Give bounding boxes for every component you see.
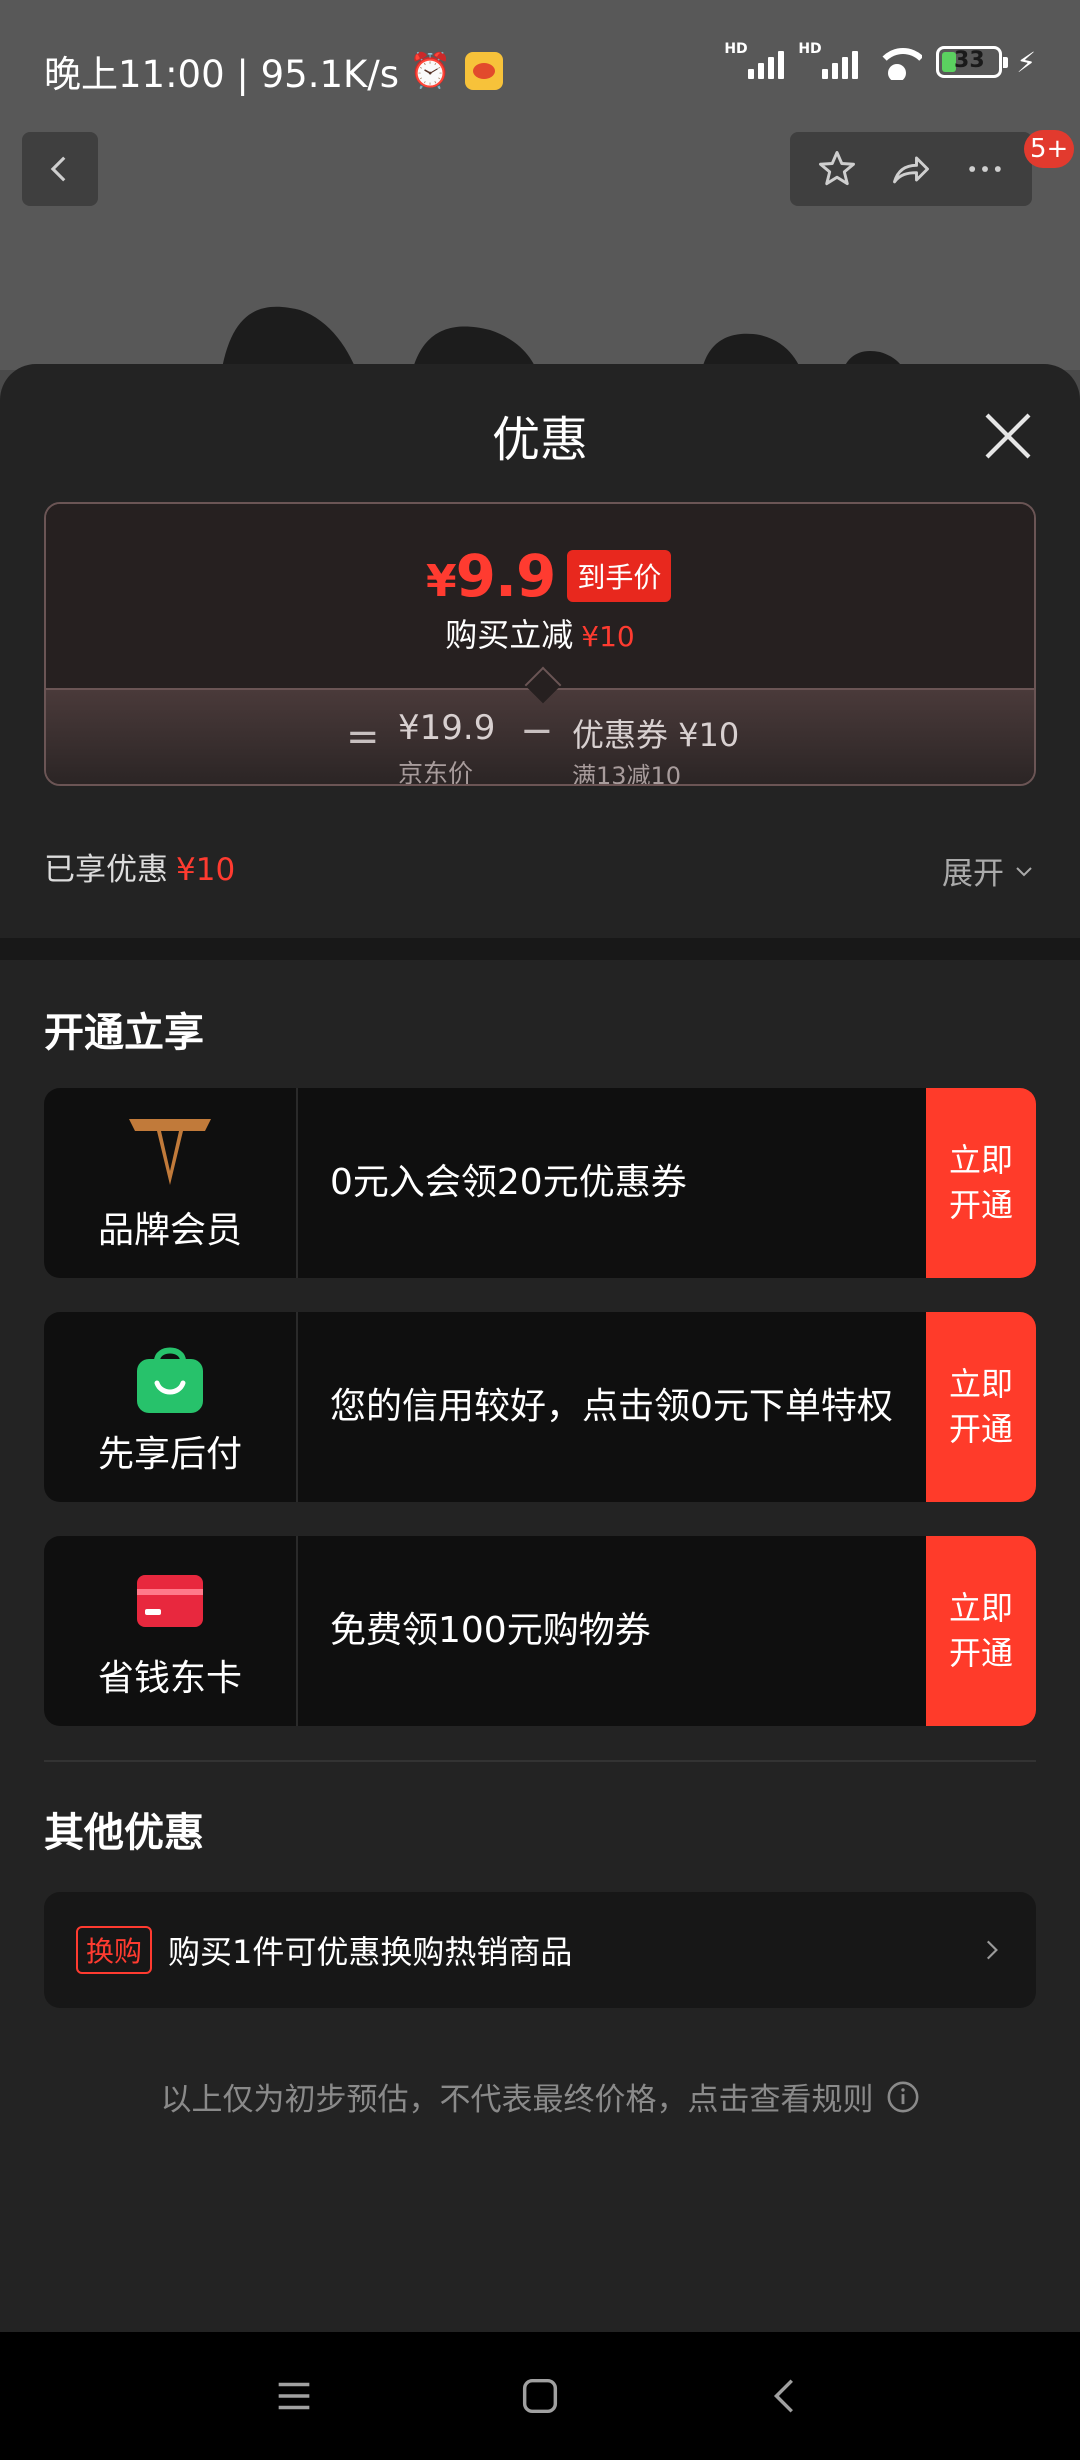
top-actions — [790, 132, 1032, 206]
jd-price-label: 京东价 — [398, 759, 474, 786]
open-now-button[interactable]: 立即开通 — [926, 1312, 1036, 1502]
price-top: ¥9.9 到手价 购买立减 ¥10 — [46, 504, 1034, 688]
product-page-background: 5+ — [0, 130, 1080, 380]
enjoyed-label: 已享优惠 — [44, 852, 168, 888]
disclaimer-link[interactable]: 以上仅为初步预估，不代表最终价格，点击查看规则 — [0, 2074, 1080, 2119]
charging-icon: ⚡ — [1016, 45, 1036, 79]
final-price-symbol: ¥ — [426, 556, 457, 607]
offer-name: 品牌会员 — [97, 1210, 242, 1251]
offer-card-brand-member[interactable]: 品牌会员 0元入会领20元优惠券 立即开通 — [44, 1088, 1036, 1278]
close-button[interactable] — [980, 408, 1036, 464]
cellular-signal-icon-2: HD — [798, 41, 859, 79]
open-now-button[interactable]: 立即开通 — [926, 1088, 1036, 1278]
thin-divider — [44, 1760, 1036, 1762]
signal-hd-label-2: HD — [798, 41, 822, 57]
signal-hd-label: HD — [724, 41, 748, 57]
shopping-bag-icon — [125, 1337, 215, 1417]
offer-brand: 省钱东卡 — [44, 1536, 298, 1726]
final-price: ¥9.9 到手价 — [426, 542, 672, 610]
offer-description: 免费领100元购物券 — [330, 1610, 651, 1651]
disclaimer-text: 以上仅为初步预估，不代表最终价格，点击查看规则 — [160, 2082, 874, 2118]
info-icon — [887, 2081, 918, 2112]
enjoyed-discount: 已享优惠 ¥10 — [44, 844, 235, 889]
chevron-left-icon — [50, 156, 66, 182]
offer-brand: 先享后付 — [44, 1312, 298, 1502]
close-icon — [985, 413, 1031, 459]
other-section-title: 其他优惠 — [44, 1810, 204, 1856]
status-left: 晚上11:00 | 95.1K/s ⏰ — [44, 44, 504, 98]
menu-icon[interactable] — [271, 2373, 317, 2419]
status-bar: 晚上11:00 | 95.1K/s ⏰ HD HD 33 ⚡ — [0, 0, 1080, 130]
reduce-line: 购买立减 ¥10 — [46, 610, 1034, 656]
reduce-label: 购买立减 — [445, 616, 574, 654]
cellular-signal-icon: HD — [724, 41, 785, 79]
notification-badge: 5+ — [1024, 130, 1075, 168]
enjoyed-amount: ¥10 — [176, 852, 236, 888]
open-now-button[interactable]: 立即开通 — [926, 1536, 1036, 1726]
coupon-rule: 满13减10 — [572, 762, 682, 786]
share-icon[interactable] — [889, 147, 933, 191]
final-price-value: 9.9 — [455, 542, 557, 610]
chevron-right-icon — [986, 1940, 998, 1960]
expand-button[interactable]: 展开 — [942, 848, 1036, 893]
equals-sign: = — [346, 714, 380, 760]
expand-label: 展开 — [942, 856, 1004, 892]
price-breakdown-card: ¥9.9 到手价 购买立减 ¥10 = ¥19.9 京东价 − 优惠券 ¥10 满… — [44, 502, 1036, 786]
offer-card-saving-card[interactable]: 省钱东卡 免费领100元购物券 立即开通 — [44, 1536, 1036, 1726]
star-icon[interactable] — [815, 147, 859, 191]
swap-tag: 换购 — [76, 1926, 153, 1974]
battery-icon: 33 — [936, 46, 1009, 78]
final-price-amount: ¥9.9 — [426, 542, 557, 610]
jd-price: ¥19.9 — [398, 708, 496, 748]
open-section-title: 开通立享 — [44, 1010, 204, 1056]
chevron-down-icon — [1016, 866, 1032, 876]
offer-name: 省钱东卡 — [97, 1658, 242, 1699]
battery-level: 33 — [954, 48, 985, 73]
back-button[interactable] — [22, 132, 98, 206]
system-nav-bar — [0, 2332, 1080, 2460]
reduce-amount: ¥10 — [581, 620, 635, 653]
more-dots-icon[interactable] — [963, 147, 1007, 191]
offer-name: 先享后付 — [97, 1434, 242, 1475]
coupon-amount: 优惠券 ¥10 — [572, 716, 740, 754]
price-calc-row: = ¥19.9 京东价 − 优惠券 ¥10 满13减10 — [46, 708, 1034, 784]
minus-sign: − — [520, 708, 554, 754]
offer-description: 0元入会领20元优惠券 — [330, 1162, 687, 1203]
section-divider — [0, 938, 1080, 960]
offer-card-pay-later[interactable]: 先享后付 您的信用较好，点击领0元下单特权 立即开通 — [44, 1312, 1036, 1502]
offer-brand: 品牌会员 — [44, 1088, 298, 1278]
price-calculation: = ¥19.9 京东价 − 优惠券 ¥10 满13减10 — [46, 688, 1034, 784]
sheet-title: 优惠 — [491, 412, 588, 468]
wifi-icon — [872, 44, 923, 80]
home-square-icon[interactable] — [517, 2373, 563, 2419]
brand-member-v-icon — [125, 1113, 215, 1193]
swap-offer-row[interactable]: 换购 购买1件可优惠换购热销商品 — [44, 1892, 1036, 2008]
alarm-icon: ⏰ — [409, 51, 452, 91]
offer-description: 您的信用较好，点击领0元下单特权 — [330, 1386, 893, 1427]
back-triangle-icon[interactable] — [763, 2373, 809, 2419]
weibo-notification-icon — [465, 52, 504, 90]
discount-sheet: 优惠 ¥9.9 到手价 购买立减 ¥10 = ¥19.9 京东价 − 优惠券 ¥1… — [0, 364, 1080, 2332]
status-right: HD HD 33 ⚡ — [724, 41, 1036, 80]
card-icon — [125, 1561, 215, 1641]
status-time-speed: 晚上11:00 | 95.1K/s — [44, 53, 400, 96]
final-price-tag: 到手价 — [567, 550, 672, 602]
swap-text: 购买1件可优惠换购热销商品 — [168, 1933, 573, 1971]
